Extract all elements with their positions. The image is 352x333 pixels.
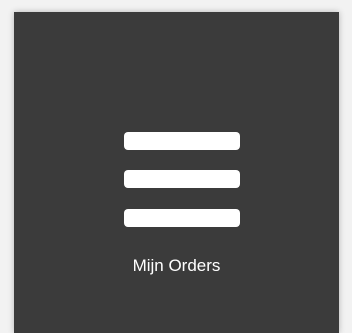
menu-icon-bar-bottom	[124, 209, 240, 227]
menu-icon-bar-middle	[124, 170, 240, 188]
my-orders-tile[interactable]: Mijn Orders	[14, 12, 339, 333]
tile-label: Mijn Orders	[132, 256, 221, 275]
menu-icon-bar-top	[124, 132, 240, 150]
hamburger-menu-icon	[124, 132, 240, 228]
